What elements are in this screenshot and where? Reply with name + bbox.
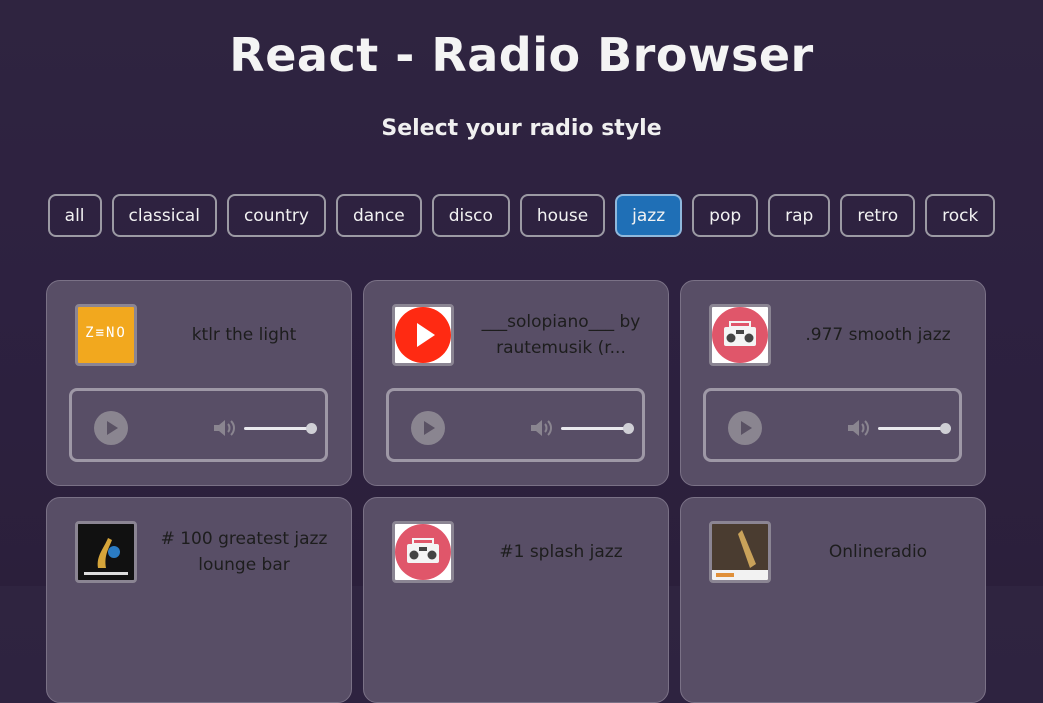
audio-player xyxy=(703,388,962,462)
audio-player xyxy=(386,388,645,462)
youtube-play-logo-icon xyxy=(392,304,454,366)
zeno-logo-icon: Z≡NO xyxy=(75,304,137,366)
genre-button-all[interactable]: all xyxy=(47,194,102,237)
boombox-logo-icon xyxy=(392,521,454,583)
volume-icon[interactable] xyxy=(846,417,870,439)
genre-button-country[interactable]: country xyxy=(226,194,326,237)
station-card: .977 smooth jazz xyxy=(680,280,986,486)
genre-button-disco[interactable]: disco xyxy=(431,194,510,237)
genre-button-rock[interactable]: rock xyxy=(925,194,996,237)
genre-button-jazz[interactable]: jazz xyxy=(615,194,683,237)
page-subtitle: Select your radio style xyxy=(381,116,662,141)
station-card: #1 splash jazz xyxy=(363,497,669,703)
volume-slider-knob[interactable] xyxy=(940,423,951,434)
genre-button-house[interactable]: house xyxy=(519,194,606,237)
genre-button-classical[interactable]: classical xyxy=(111,194,217,237)
volume-icon[interactable] xyxy=(212,417,236,439)
station-name: # 100 greatest jazz lounge bar xyxy=(160,529,328,575)
audio-player xyxy=(69,388,328,462)
volume-slider-knob[interactable] xyxy=(306,423,317,434)
station-name: Onlineradio xyxy=(828,542,928,562)
volume-slider[interactable] xyxy=(244,423,317,434)
genre-button-dance[interactable]: dance xyxy=(335,194,422,237)
genre-filter-bar: all classical country dance disco house … xyxy=(0,194,1043,237)
station-name: #1 splash jazz xyxy=(499,542,623,562)
station-grid: Z≡NO ktlr the light ___solopiano___ by r… xyxy=(46,280,986,703)
boombox-logo-icon xyxy=(709,304,771,366)
page-title: React - Radio Browser xyxy=(229,28,814,82)
station-card: Z≡NO ktlr the light xyxy=(46,280,352,486)
station-name: ___solopiano___ by rautemusik (r... xyxy=(481,312,641,358)
play-icon[interactable] xyxy=(411,411,445,445)
volume-icon[interactable] xyxy=(529,417,553,439)
genre-button-retro[interactable]: retro xyxy=(840,194,916,237)
volume-slider-knob[interactable] xyxy=(623,423,634,434)
genre-button-rap[interactable]: rap xyxy=(768,194,831,237)
volume-slider[interactable] xyxy=(878,423,951,434)
genre-button-pop[interactable]: pop xyxy=(692,194,759,237)
volume-slider[interactable] xyxy=(561,423,634,434)
jazz-lounge-bar-logo-icon xyxy=(75,521,137,583)
station-card: # 100 greatest jazz lounge bar xyxy=(46,497,352,703)
station-card: Onlineradio xyxy=(680,497,986,703)
station-card: ___solopiano___ by rautemusik (r... xyxy=(363,280,669,486)
jazz-radio-logo-icon xyxy=(709,521,771,583)
station-name: .977 smooth jazz xyxy=(805,325,951,345)
play-icon[interactable] xyxy=(94,411,128,445)
play-icon[interactable] xyxy=(728,411,762,445)
station-name: ktlr the light xyxy=(191,325,297,345)
logo-text: Z≡NO xyxy=(85,325,127,341)
